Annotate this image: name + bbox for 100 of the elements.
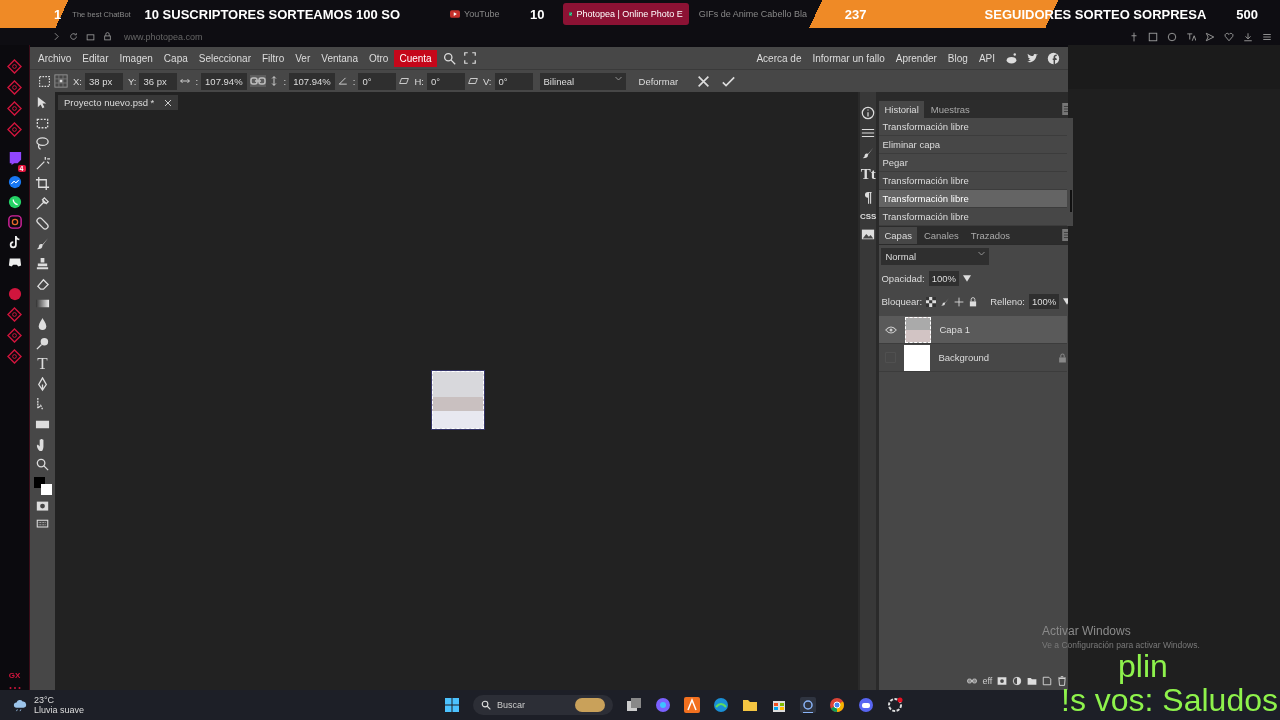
paragraph-panel-button[interactable]: ¶ xyxy=(864,189,873,206)
lasso-icon[interactable] xyxy=(35,136,50,151)
mask-icon[interactable] xyxy=(997,676,1008,686)
info-icon[interactable] xyxy=(861,106,876,120)
document-tab[interactable]: Proyecto nuevo.psd * xyxy=(58,95,179,110)
input-field[interactable]: 100% xyxy=(1029,294,1060,309)
panel-tab[interactable]: Trazados xyxy=(965,226,1016,244)
menu-item[interactable]: Editar xyxy=(77,49,114,67)
diamond-icon[interactable] xyxy=(7,349,22,364)
pin-icon[interactable] xyxy=(1129,31,1139,42)
menu-link[interactable]: Acerca de xyxy=(751,52,807,64)
input-field[interactable]: 107.94% xyxy=(289,72,335,90)
effects-button[interactable]: eff xyxy=(982,676,993,686)
close-icon[interactable] xyxy=(164,98,173,107)
panel-tab[interactable]: Canales xyxy=(918,226,964,244)
menu-link[interactable]: Informar un fallo xyxy=(807,52,890,64)
input-field[interactable]: 107.94% xyxy=(201,72,247,90)
bird-icon[interactable] xyxy=(1026,51,1039,65)
history-item[interactable]: Transformación libre xyxy=(879,118,1068,136)
layer-row[interactable]: Background xyxy=(879,344,1068,372)
search-field[interactable]: Buscar xyxy=(473,695,614,715)
zoom-icon[interactable] xyxy=(35,457,50,472)
diamond-icon[interactable] xyxy=(7,59,22,74)
crop-icon[interactable] xyxy=(35,176,50,191)
camera-icon[interactable] xyxy=(7,215,22,229)
input-field[interactable]: 0° xyxy=(494,72,533,90)
input-field[interactable]: 0° xyxy=(358,72,397,90)
css-panel-button[interactable]: CSS xyxy=(860,212,877,221)
menu-item[interactable]: Otro xyxy=(364,49,394,67)
windows-logo-icon[interactable] xyxy=(444,697,461,713)
eye-icon[interactable] xyxy=(885,325,898,334)
eyedropper-icon[interactable] xyxy=(35,196,50,211)
folder-icon[interactable] xyxy=(742,697,759,713)
diamond-icon[interactable] xyxy=(7,328,22,343)
chrome-icon[interactable] xyxy=(829,697,846,713)
windows-stack-icon[interactable] xyxy=(626,697,643,713)
move-cross-icon[interactable] xyxy=(954,296,965,307)
messenger-icon[interactable] xyxy=(7,175,22,189)
chat-bubble-icon[interactable] xyxy=(7,151,22,165)
marquee-icon[interactable] xyxy=(35,116,50,131)
menu-item[interactable]: Capa xyxy=(158,49,193,67)
image-icon[interactable] xyxy=(861,227,876,241)
phone-bubble-icon[interactable] xyxy=(7,195,22,209)
eraser-icon[interactable] xyxy=(35,276,50,291)
triangle-app-icon[interactable] xyxy=(684,697,701,713)
download-icon[interactable] xyxy=(1243,31,1253,42)
input-field[interactable]: 0° xyxy=(426,72,465,90)
menu-item[interactable]: Ver xyxy=(290,49,316,67)
cloud-rain-icon[interactable] xyxy=(12,698,28,712)
panel-tab[interactable]: Capas xyxy=(879,226,917,244)
menu-item[interactable]: Archivo xyxy=(33,49,77,67)
check-icon[interactable] xyxy=(722,74,736,88)
color-swatches[interactable] xyxy=(33,477,52,495)
keyboard-icon[interactable] xyxy=(35,518,50,530)
menu-item[interactable]: Seleccionar xyxy=(193,49,256,67)
translate-icon[interactable] xyxy=(1186,31,1196,42)
menu-link[interactable]: Blog xyxy=(942,52,973,64)
chain-link-icon[interactable] xyxy=(967,676,978,686)
stamp-icon[interactable] xyxy=(35,256,50,271)
send-icon[interactable] xyxy=(1205,31,1215,42)
scrollbar[interactable] xyxy=(1070,190,1073,212)
warp-button[interactable]: Deformar xyxy=(632,72,685,90)
music-note-icon[interactable] xyxy=(7,235,22,249)
forward-icon[interactable] xyxy=(52,32,61,41)
menu-link[interactable]: API xyxy=(973,52,1000,64)
face-icon[interactable] xyxy=(1167,31,1177,42)
caret-icon[interactable] xyxy=(963,275,972,282)
diamond-icon[interactable] xyxy=(7,307,22,322)
circle-icon[interactable] xyxy=(7,287,22,301)
menu-item[interactable]: Filtro xyxy=(257,49,290,67)
lock-icon[interactable] xyxy=(968,296,979,307)
new-layer-icon[interactable] xyxy=(1042,676,1053,686)
fullscreen-icon[interactable] xyxy=(463,52,476,64)
trash-icon[interactable] xyxy=(1057,676,1068,686)
folder-icon[interactable] xyxy=(1027,676,1038,686)
browser-tab[interactable]: Photopea | Online Photo E xyxy=(562,3,689,25)
interpolation-dropdown[interactable]: Bilineal xyxy=(539,72,626,90)
camera-icon[interactable] xyxy=(86,32,95,41)
search-icon[interactable] xyxy=(442,51,456,65)
input-field[interactable]: 36 px xyxy=(139,72,178,90)
cancel-icon[interactable] xyxy=(697,74,711,88)
diamond-icon[interactable] xyxy=(7,101,22,116)
screenshot-icon[interactable] xyxy=(1148,31,1158,42)
menu-item[interactable]: Ventana xyxy=(316,49,363,67)
anchor-grid-icon[interactable] xyxy=(54,74,68,88)
more-icon[interactable] xyxy=(8,686,21,690)
checker-icon[interactable] xyxy=(926,296,937,307)
menu-item[interactable]: Imagen xyxy=(114,49,158,67)
type-tool[interactable]: T xyxy=(37,356,48,372)
marquee-icon[interactable] xyxy=(38,74,51,88)
half-circle-icon[interactable] xyxy=(1012,676,1023,686)
diamond-icon[interactable] xyxy=(7,80,22,95)
diamond-icon[interactable] xyxy=(7,122,22,137)
panel-tab[interactable]: Muestras xyxy=(925,100,975,118)
menu-icon[interactable] xyxy=(1262,31,1272,42)
history-item[interactable]: Transformación libre xyxy=(879,190,1068,208)
pen-icon[interactable] xyxy=(35,377,50,392)
panel-tab[interactable]: Historial xyxy=(879,100,924,118)
quick-mask-icon[interactable] xyxy=(35,500,50,513)
history-item[interactable]: Eliminar capa xyxy=(879,136,1068,154)
